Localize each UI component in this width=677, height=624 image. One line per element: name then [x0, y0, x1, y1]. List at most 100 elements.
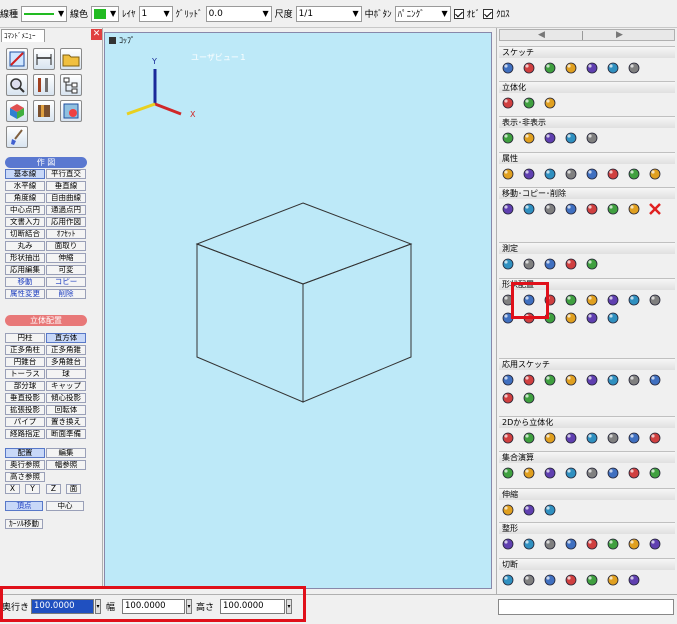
- command-button[interactable]: 回転体: [46, 405, 86, 415]
- axis-x-button[interactable]: X: [5, 484, 20, 494]
- command-button[interactable]: パイプ: [5, 417, 45, 427]
- palette-tool-icon[interactable]: [648, 466, 662, 480]
- palette-tool-icon[interactable]: [606, 537, 620, 551]
- palette-tool-icon[interactable]: [585, 537, 599, 551]
- command-button[interactable]: 編集: [46, 448, 86, 458]
- command-button[interactable]: 平行直交: [46, 169, 86, 179]
- scale-select[interactable]: 1/1 ▼: [295, 5, 362, 22]
- palette-tool-icon[interactable]: [501, 466, 515, 480]
- palette-tool-icon[interactable]: [522, 573, 536, 587]
- command-button[interactable]: 角度線: [5, 193, 45, 203]
- palette-tool-icon[interactable]: [522, 466, 536, 480]
- palette-tool-icon[interactable]: [606, 61, 620, 75]
- palette-tool-icon[interactable]: [543, 431, 557, 445]
- tools-icon[interactable]: [33, 74, 55, 96]
- palette-tool-icon[interactable]: [585, 311, 599, 325]
- command-button[interactable]: キャップ: [46, 381, 86, 391]
- command-button[interactable]: 置き換え: [46, 417, 86, 427]
- palette-tool-icon[interactable]: [585, 167, 599, 181]
- command-button[interactable]: 文書入力: [5, 217, 45, 227]
- palette-tool-icon[interactable]: [648, 167, 662, 181]
- palette-tool-icon[interactable]: [564, 573, 578, 587]
- center-button[interactable]: 中心: [46, 501, 84, 511]
- palette-tool-icon[interactable]: [501, 257, 515, 271]
- palette-tool-icon[interactable]: [501, 167, 515, 181]
- palette-tool-icon[interactable]: [585, 257, 599, 271]
- command-button[interactable]: 切断結合: [5, 229, 45, 239]
- palette-tool-icon[interactable]: [585, 131, 599, 145]
- command-button[interactable]: 属性変更: [5, 289, 45, 299]
- palette-tool-icon[interactable]: [585, 61, 599, 75]
- palette-tool-icon[interactable]: [501, 61, 515, 75]
- palette-tool-icon[interactable]: [501, 96, 515, 110]
- cursor-move-button[interactable]: ｶｰｿﾙ移動: [5, 519, 43, 529]
- palette-tool-icon[interactable]: [522, 431, 536, 445]
- command-button[interactable]: トーラス: [5, 369, 45, 379]
- palette-tool-icon[interactable]: [585, 573, 599, 587]
- command-button[interactable]: 傾心投影: [46, 393, 86, 403]
- middle-button-select[interactable]: ﾊﾟﾆﾝｸﾞ ▼: [394, 5, 451, 22]
- palette-tool-icon[interactable]: [522, 167, 536, 181]
- palette-tool-icon[interactable]: [585, 431, 599, 445]
- command-button[interactable]: 削除: [46, 289, 86, 299]
- vertex-button[interactable]: 頂点: [5, 501, 43, 511]
- command-button[interactable]: 丸み: [5, 241, 45, 251]
- line-type-select[interactable]: ▼: [21, 5, 68, 22]
- palette-tool-icon[interactable]: [606, 311, 620, 325]
- palette-tool-icon[interactable]: [543, 202, 557, 216]
- palette-tool-icon[interactable]: [522, 96, 536, 110]
- palette-tool-icon[interactable]: [522, 131, 536, 145]
- palette-tool-icon[interactable]: [564, 293, 578, 307]
- height-ref-button[interactable]: 高さ参照: [5, 472, 45, 482]
- delete-icon[interactable]: [648, 202, 662, 216]
- command-button[interactable]: 伸縮: [46, 253, 86, 263]
- command-button[interactable]: 多角錐台: [46, 357, 86, 367]
- command-button[interactable]: ｵﾌｾｯﾄ: [46, 229, 86, 239]
- command-button[interactable]: 通過点円: [46, 205, 86, 215]
- palette-tool-icon[interactable]: [543, 257, 557, 271]
- palette-tool-icon[interactable]: [606, 373, 620, 387]
- palette-tool-icon[interactable]: [501, 131, 515, 145]
- line-color-select[interactable]: ▼: [91, 5, 120, 22]
- palette-tool-icon[interactable]: [543, 61, 557, 75]
- tree-icon[interactable]: [60, 74, 82, 96]
- grid-select[interactable]: 0.0 ▼: [205, 5, 272, 22]
- command-button[interactable]: 応用作図: [46, 217, 86, 227]
- palette-tool-icon[interactable]: [564, 131, 578, 145]
- next-arrow-icon[interactable]: ▶: [616, 30, 623, 40]
- command-button[interactable]: 球: [46, 369, 86, 379]
- axis-y-button[interactable]: Y: [25, 484, 40, 494]
- palette-tool-icon[interactable]: [522, 61, 536, 75]
- palette-tool-icon[interactable]: [501, 391, 515, 405]
- palette-tool-icon[interactable]: [627, 373, 641, 387]
- palette-tool-icon[interactable]: [522, 257, 536, 271]
- palette-tool-icon[interactable]: [627, 61, 641, 75]
- palette-tool-icon[interactable]: [648, 537, 662, 551]
- draw-line-icon[interactable]: [6, 48, 28, 70]
- palette-tool-icon[interactable]: [564, 61, 578, 75]
- palette-tool-icon[interactable]: [585, 202, 599, 216]
- palette-tool-icon[interactable]: [543, 131, 557, 145]
- palette-tool-icon[interactable]: [627, 293, 641, 307]
- palette-tool-icon[interactable]: [522, 373, 536, 387]
- palette-tool-icon[interactable]: [627, 202, 641, 216]
- command-button[interactable]: 正多角柱: [5, 345, 45, 355]
- command-button[interactable]: 水平線: [5, 181, 45, 191]
- palette-tool-icon[interactable]: [543, 466, 557, 480]
- palette-tool-icon[interactable]: [648, 293, 662, 307]
- cross-checkbox[interactable]: [483, 8, 494, 19]
- palette-tool-icon[interactable]: [564, 537, 578, 551]
- palette-tool-icon[interactable]: [543, 373, 557, 387]
- render-icon[interactable]: [60, 100, 82, 122]
- command-button[interactable]: 形状抽出: [5, 253, 45, 263]
- layer-select[interactable]: 1 ▼: [138, 5, 173, 22]
- palette-tool-icon[interactable]: [522, 391, 536, 405]
- face-button[interactable]: 面: [66, 484, 81, 494]
- command-button[interactable]: 面取り: [46, 241, 86, 251]
- command-button[interactable]: コピー: [46, 277, 86, 287]
- palette-tool-icon[interactable]: [627, 431, 641, 445]
- palette-tool-icon[interactable]: [501, 373, 515, 387]
- solid-icon[interactable]: [6, 100, 28, 122]
- palette-tool-icon[interactable]: [501, 573, 515, 587]
- palette-tool-icon[interactable]: [501, 537, 515, 551]
